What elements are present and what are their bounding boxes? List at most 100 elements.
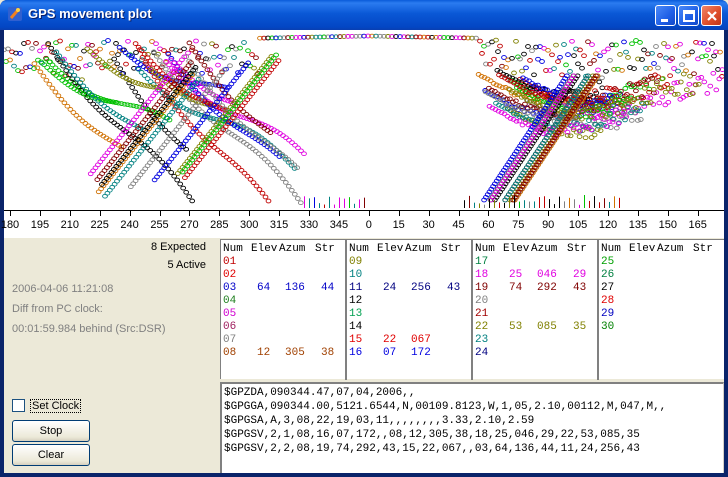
- axis-tick: [637, 211, 639, 216]
- track-point: [545, 47, 551, 53]
- track-point: [286, 137, 292, 143]
- track-point: [557, 54, 563, 60]
- track-point: [531, 72, 537, 78]
- axis-tick-label: 300: [240, 219, 259, 231]
- satellite-num: 19: [475, 282, 489, 294]
- axis-tick-label: 240: [120, 219, 139, 231]
- track-point: [97, 46, 103, 52]
- nmea-log[interactable]: $GPZDA,090344.47,07,04,2006,, $GPGGA,0903…: [220, 382, 724, 473]
- horizon-mark: [484, 204, 485, 208]
- track-point: [565, 52, 571, 57]
- track-point: [162, 66, 169, 72]
- track-point: [183, 146, 190, 152]
- satellite-azum: 292: [537, 282, 557, 294]
- axis-tick-label: 195: [30, 219, 50, 231]
- axis-tick: [548, 211, 550, 216]
- satellite-column: Num Elev Azum Str 01 02 03 64 136 44 04 05 06 07 08 12 3…: [221, 240, 347, 380]
- satellite-row: 22 53 085 35: [473, 321, 597, 334]
- track-point: [108, 118, 115, 123]
- satellite-azum: 067: [411, 334, 431, 346]
- track-point: [695, 81, 702, 87]
- satellite-row: 10: [347, 269, 471, 282]
- track-point: [85, 123, 92, 129]
- horizon-mark: [559, 196, 560, 208]
- axis-tick: [219, 211, 221, 216]
- track-point: [710, 70, 717, 76]
- track-point: [549, 52, 555, 58]
- horizon-mark: [509, 196, 510, 208]
- track-point: [101, 103, 108, 109]
- axis-tick-label: 315: [269, 219, 289, 231]
- track-point: [707, 58, 713, 64]
- axis-tick: [249, 211, 251, 216]
- track-point: [525, 44, 531, 49]
- track-point: [113, 41, 119, 46]
- clear-button[interactable]: Clear: [12, 444, 90, 466]
- satellite-row: 08 12 305 38: [221, 347, 345, 360]
- track-point: [519, 68, 525, 74]
- close-button[interactable]: [701, 5, 722, 26]
- track-point: [249, 52, 255, 57]
- satellite-num: 29: [601, 308, 615, 320]
- horizon-mark: [469, 195, 470, 208]
- axis-tick: [458, 211, 460, 216]
- minimize-button[interactable]: [655, 5, 676, 26]
- satellite-num: 07: [223, 334, 237, 346]
- set-clock-label[interactable]: Set Clock: [30, 399, 82, 413]
- satellite-num: 23: [475, 334, 489, 346]
- horizon-mark: [334, 204, 335, 208]
- track-point: [659, 94, 666, 100]
- satellite-row: 12: [347, 295, 471, 308]
- title-bar[interactable]: GPS movement plot: [0, 0, 728, 30]
- track-point: [217, 149, 224, 155]
- nmea-sentence: $GPZDA,090344.47,07,04,2006,,: [224, 387, 416, 399]
- track-point: [493, 37, 499, 43]
- maximize-button[interactable]: [678, 5, 699, 26]
- track-point: [132, 89, 139, 95]
- track-point: [79, 118, 86, 124]
- track-point: [259, 190, 266, 196]
- track-point: [559, 72, 565, 78]
- axis-tick: [488, 211, 490, 216]
- track-point: [243, 111, 250, 117]
- satellite-num: 05: [223, 308, 237, 320]
- track-point: [597, 128, 604, 133]
- track-point: [178, 112, 185, 118]
- track-point: [189, 45, 196, 50]
- table-header: Num Elev Azum Str: [221, 243, 345, 256]
- track-point: [596, 79, 603, 85]
- satellite-elev: 64: [257, 282, 271, 294]
- track-point: [49, 85, 56, 91]
- track-point: [96, 57, 103, 62]
- track-point: [621, 39, 627, 45]
- satellite-azum: 136: [285, 282, 305, 294]
- nmea-sentence: $GPGSA,A,3,08,22,19,03,11,,,,,,,,3.33,2.…: [224, 415, 535, 427]
- track-point: [81, 48, 87, 54]
- track-point: [125, 38, 131, 44]
- stop-button[interactable]: Stop: [12, 420, 90, 442]
- track-point: [34, 65, 41, 71]
- track-point: [527, 58, 533, 63]
- track-point: [246, 144, 253, 149]
- track-point: [59, 78, 66, 83]
- track-point: [117, 124, 124, 130]
- track-point: [509, 55, 515, 61]
- column-header: Num: [223, 243, 243, 255]
- track-point: [569, 38, 575, 44]
- track-point: [201, 62, 208, 68]
- satellite-row: 09: [347, 256, 471, 269]
- track-point: [553, 42, 559, 48]
- set-clock-checkbox[interactable]: [12, 399, 25, 412]
- track-point: [111, 120, 118, 126]
- satellite-num: 04: [223, 295, 237, 307]
- horizon-mark: [564, 201, 565, 208]
- satellite-elev: 74: [509, 282, 523, 294]
- satellite-row: 27: [599, 282, 725, 295]
- azimuth-axis: 180 195 210 225 240 255 270 285 300 315 330 345 0 15 3…: [1, 210, 724, 238]
- track-point: [656, 100, 663, 106]
- satellite-column: Num Elev Azum Str 17 18 25 046 29 19 74 292 43 20 21 22…: [473, 240, 599, 380]
- axis-tick: [99, 211, 101, 216]
- satellite-str: 43: [573, 282, 587, 294]
- horizon-mark: [589, 200, 590, 208]
- track-point: [174, 171, 181, 176]
